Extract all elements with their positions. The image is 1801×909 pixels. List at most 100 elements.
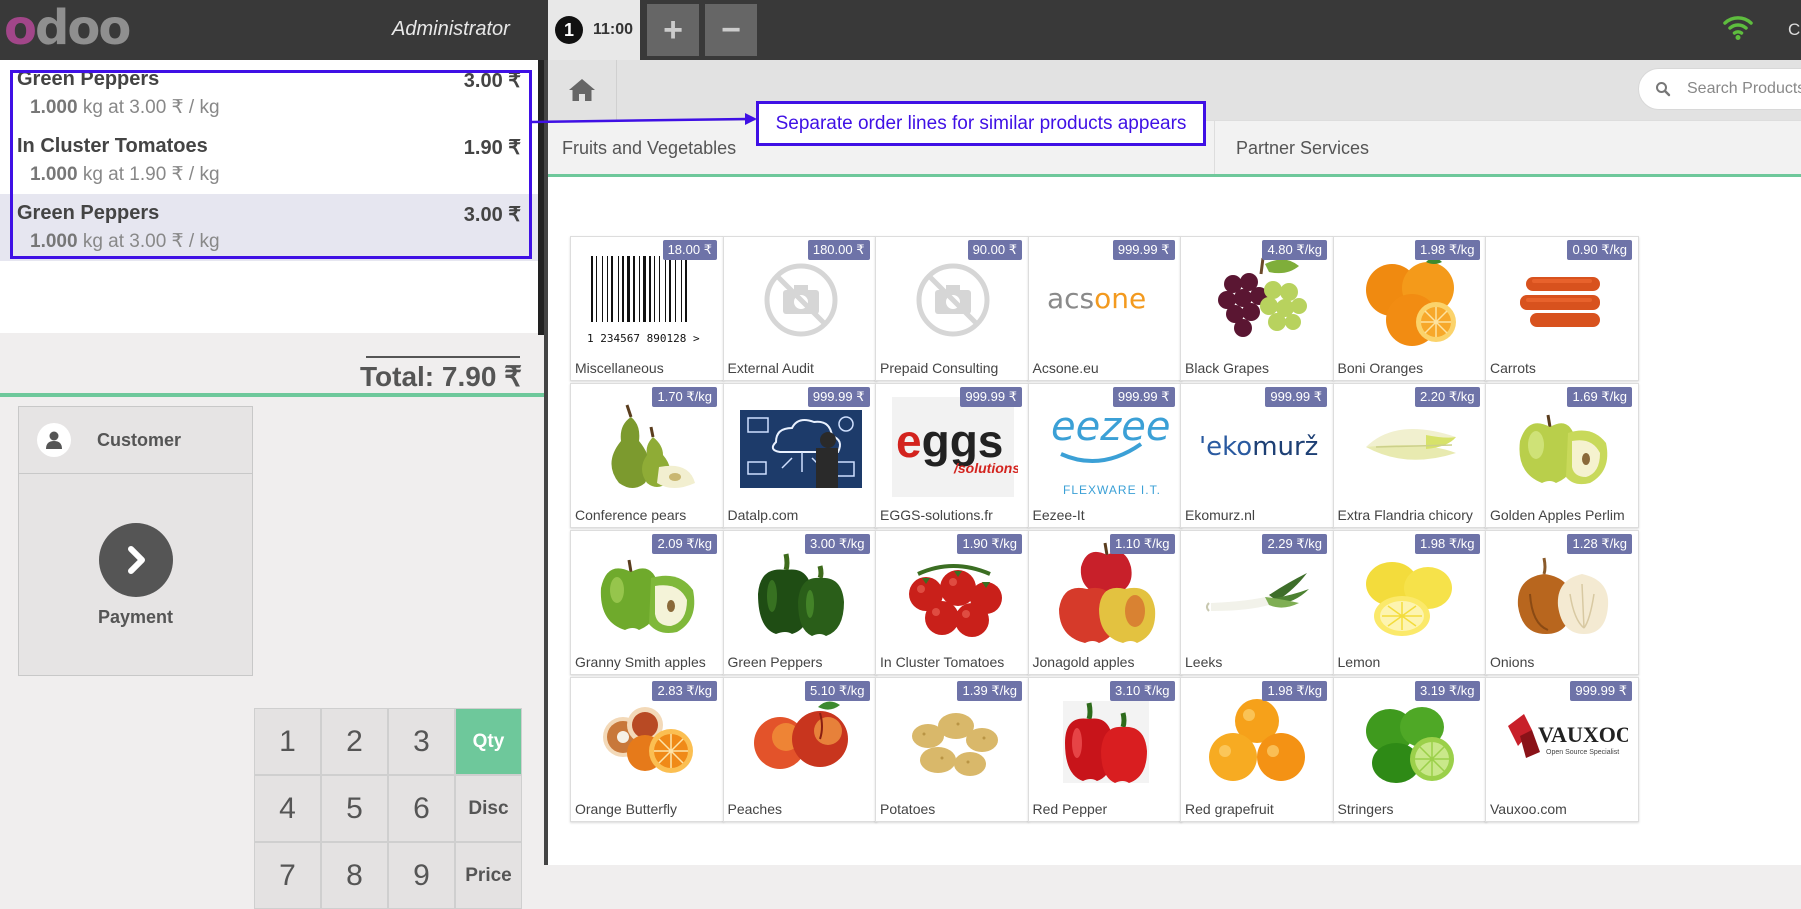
- product-card[interactable]: 1.28 ₹/kg Onions: [1485, 530, 1639, 675]
- product-name: Black Grapes: [1185, 360, 1270, 376]
- home-category-button[interactable]: [548, 60, 617, 120]
- top-bar: odoo Administrator 1 11:00 + − Cl: [0, 0, 1801, 60]
- order-tab-active[interactable]: 1 11:00: [548, 0, 640, 60]
- numpad-key-3[interactable]: 3: [388, 708, 455, 775]
- product-price-tag: 4.80 ₹/kg: [1262, 240, 1327, 260]
- product-image: [583, 394, 713, 499]
- category-partner-services[interactable]: Partner Services: [1236, 121, 1369, 175]
- product-name: Lemon: [1337, 654, 1381, 670]
- svg-text:/solutions: /solutions: [953, 460, 1018, 476]
- payment-button[interactable]: [99, 523, 173, 597]
- product-card[interactable]: 1.39 ₹/kg Potatoes: [875, 677, 1029, 822]
- annotation-arrow: [531, 113, 757, 125]
- product-card[interactable]: 3.19 ₹/kg Stringers: [1332, 677, 1487, 822]
- numpad-key-4[interactable]: 4: [254, 775, 321, 842]
- new-order-button[interactable]: +: [647, 4, 699, 56]
- odoo-logo: odoo: [4, 4, 131, 52]
- numpad-key-7[interactable]: 7: [254, 842, 321, 909]
- product-name: Golden Apples Perlim: [1490, 507, 1625, 523]
- product-card[interactable]: 1.10 ₹/kg Jonagold apples: [1027, 530, 1182, 675]
- product-price-tag: 999.99 ₹: [1570, 681, 1632, 701]
- numpad-key-6[interactable]: 6: [388, 775, 455, 842]
- product-name: Extra Flandria chicory: [1337, 507, 1473, 523]
- product-name: Peaches: [727, 801, 782, 817]
- product-card[interactable]: 2.83 ₹/kg Orange Butterfly: [570, 677, 724, 822]
- product-name: Vauxoo.com: [1490, 801, 1567, 817]
- numpad-key-9[interactable]: 9: [388, 842, 455, 909]
- product-card[interactable]: 2.09 ₹/kg Granny Smith apples: [570, 530, 724, 675]
- numpad-key-1[interactable]: 1: [254, 708, 321, 775]
- product-card[interactable]: VAUXOO Open Source Specialist 999.99 ₹ Vaux…: [1485, 677, 1639, 822]
- product-price-tag: 3.00 ₹/kg: [804, 534, 870, 554]
- product-card[interactable]: 4.80 ₹/kg Black Grapes: [1180, 236, 1334, 381]
- product-price-tag: 1.98 ₹/kg: [1414, 240, 1480, 260]
- section-divider: [0, 393, 544, 397]
- category-divider: [1214, 121, 1215, 175]
- order-time: 11:00: [593, 21, 634, 38]
- product-name: Stringers: [1337, 801, 1394, 817]
- product-image: 1 234567 890128 >: [583, 247, 713, 352]
- product-image: [1498, 394, 1628, 499]
- product-name: Onions: [1490, 654, 1535, 670]
- product-image: [583, 541, 713, 646]
- product-card[interactable]: 0.90 ₹/kg Carrots: [1485, 236, 1639, 381]
- product-image: [736, 688, 866, 793]
- svg-text:'ekomurž: 'ekomurž: [1199, 432, 1318, 462]
- product-price-tag: 2.83 ₹/kg: [652, 681, 717, 701]
- product-name: Datalp.com: [727, 507, 799, 523]
- product-card[interactable]: 90.00 ₹ Prepaid Consulting: [875, 236, 1029, 381]
- product-price-tag: 1.39 ₹/kg: [957, 681, 1022, 701]
- annotation-text: Separate order lines for similar product…: [775, 112, 1187, 134]
- product-card[interactable]: 'ekomurž 999.99 ₹ Ekomurz.nl: [1180, 383, 1334, 528]
- product-card[interactable]: 180.00 ₹ External Audit: [722, 236, 877, 381]
- product-card[interactable]: 1.98 ₹/kg Red grapefruit: [1180, 677, 1334, 822]
- product-image: [1346, 541, 1476, 646]
- product-card[interactable]: 1.90 ₹/kg In Cluster Tomatoes: [875, 530, 1029, 675]
- numpad-key-5[interactable]: 5: [321, 775, 388, 842]
- product-name: Ekomurz.nl: [1185, 507, 1256, 523]
- product-card[interactable]: 1.98 ₹/kg Boni Oranges: [1332, 236, 1487, 381]
- delete-order-button[interactable]: −: [705, 4, 757, 56]
- numpad-key-8[interactable]: 8: [321, 842, 388, 909]
- product-image: [1041, 541, 1171, 646]
- product-card[interactable]: 3.00 ₹/kg Green Peppers: [722, 530, 877, 675]
- search-products-box[interactable]: Search Products: [1638, 68, 1801, 110]
- product-card[interactable]: acsone 999.99 ₹ Acsone.eu: [1027, 236, 1182, 381]
- order-number-badge: 1: [555, 16, 583, 44]
- product-card[interactable]: 2.29 ₹/kg Leeks: [1180, 530, 1334, 675]
- search-input[interactable]: Search Products: [1687, 80, 1801, 98]
- product-card[interactable]: 1 234567 890128 > 18.00 ₹ Miscellaneous: [570, 236, 724, 381]
- product-card[interactable]: 1.98 ₹/kg Lemon: [1332, 530, 1487, 675]
- product-name: Orange Butterfly: [575, 801, 677, 817]
- product-card[interactable]: 999.99 ₹ Datalp.com: [722, 383, 877, 528]
- product-card[interactable]: eggs/solutions 999.99 ₹ EGGS-solutions.fr: [875, 383, 1029, 528]
- product-card[interactable]: eezee FLEXWARE I.T. 999.99 ₹ Eezee-It: [1027, 383, 1182, 528]
- product-name: Jonagold apples: [1032, 654, 1135, 670]
- cashier-name[interactable]: Administrator: [392, 18, 510, 41]
- product-name: Acsone.eu: [1032, 360, 1099, 376]
- product-price-tag: 999.99 ₹: [1112, 240, 1175, 260]
- product-card[interactable]: 1.69 ₹/kg Golden Apples Perlim: [1485, 383, 1639, 528]
- product-name: Red Pepper: [1032, 801, 1108, 817]
- product-price-tag: 0.90 ₹/kg: [1567, 240, 1632, 260]
- numpad-price-mode[interactable]: Price: [455, 842, 522, 909]
- product-price-tag: 999.99 ₹: [1265, 387, 1327, 407]
- product-price-tag: 2.09 ₹/kg: [652, 534, 717, 554]
- product-image: [736, 394, 866, 499]
- product-name: Red grapefruit: [1185, 801, 1274, 817]
- numpad-key-2[interactable]: 2: [321, 708, 388, 775]
- payment-label[interactable]: Payment: [19, 607, 252, 628]
- product-image: [888, 688, 1018, 793]
- product-image: [1346, 394, 1476, 499]
- product-card[interactable]: 5.10 ₹/kg Peaches: [722, 677, 877, 822]
- product-card[interactable]: 1.70 ₹/kg Conference pears: [570, 383, 724, 528]
- numpad-qty-mode[interactable]: Qty: [455, 708, 522, 775]
- product-name: External Audit: [727, 360, 814, 376]
- product-card[interactable]: 2.20 ₹/kg Extra Flandria chicory: [1332, 383, 1487, 528]
- numpad-disc-mode[interactable]: Disc: [455, 775, 522, 842]
- customer-button[interactable]: Customer: [19, 407, 252, 474]
- close-button[interactable]: Cl: [1788, 20, 1801, 40]
- product-card[interactable]: 3.10 ₹/kg Red Pepper: [1027, 677, 1182, 822]
- product-price-tag: 999.99 ₹: [1112, 387, 1175, 407]
- search-icon: [1656, 82, 1671, 97]
